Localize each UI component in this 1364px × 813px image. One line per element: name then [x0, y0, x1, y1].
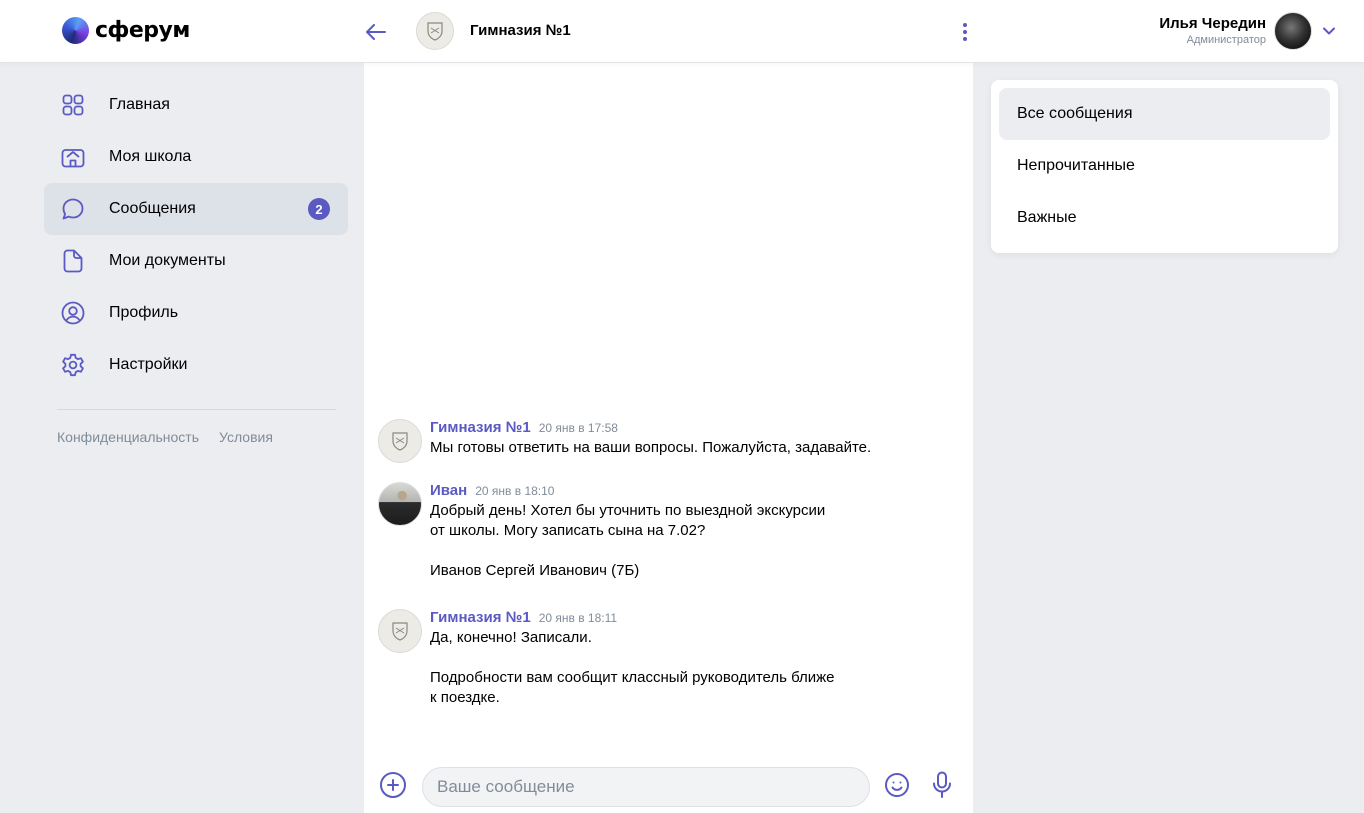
smile-icon — [885, 773, 909, 797]
school-crest-icon — [427, 22, 443, 41]
attach-button[interactable] — [380, 772, 406, 798]
message-time: 20 янв в 18:10 — [475, 484, 555, 498]
sidebar-item-home[interactable]: Главная — [44, 79, 348, 131]
message-composer — [364, 762, 973, 813]
sidebar: Главная Моя школа Сообщения 2 Мои докуме… — [8, 62, 364, 813]
grid-icon — [60, 92, 86, 118]
chat-bubble-icon — [60, 196, 86, 222]
privacy-link[interactable]: Конфиденциальность — [57, 429, 199, 445]
author-avatar[interactable] — [378, 419, 422, 463]
sidebar-item-settings[interactable]: Настройки — [44, 339, 348, 391]
sidebar-item-label: Моя школа — [109, 148, 192, 165]
terms-link[interactable]: Условия — [219, 429, 273, 445]
plus-icon — [387, 779, 399, 791]
message-author[interactable]: Иван — [430, 482, 467, 499]
sidebar-item-label: Главная — [109, 96, 170, 113]
author-avatar[interactable] — [378, 609, 422, 653]
emoji-button[interactable] — [884, 772, 910, 798]
chat-avatar[interactable] — [416, 12, 454, 50]
author-avatar[interactable] — [378, 482, 422, 526]
sidebar-item-label: Профиль — [109, 304, 179, 321]
school-crest-icon — [392, 622, 408, 641]
message-filter-panel: Все сообщения Непрочитанные Важные — [991, 80, 1338, 253]
sidebar-item-messages[interactable]: Сообщения 2 — [44, 183, 348, 235]
filter-unread[interactable]: Непрочитанные — [999, 140, 1330, 192]
document-icon — [60, 248, 86, 274]
user-info: Илья Чередин Администратор — [1159, 15, 1266, 47]
message-text: Добрый день! Хотел бы уточнить по выездн… — [430, 502, 826, 579]
school-icon — [60, 144, 86, 170]
back-button[interactable] — [364, 21, 388, 43]
user-menu[interactable]: Илья Чередин Администратор — [1159, 12, 1336, 50]
sidebar-item-my-school[interactable]: Моя школа — [44, 131, 348, 183]
sidebar-footer: Конфиденциальность Условия — [57, 429, 273, 445]
sidebar-item-label: Мои документы — [109, 252, 226, 269]
message-time: 20 янв в 18:11 — [538, 611, 618, 625]
filter-important[interactable]: Важные — [999, 192, 1330, 244]
message-input[interactable] — [422, 767, 870, 807]
sidebar-item-profile[interactable]: Профиль — [44, 287, 348, 339]
avatar[interactable] — [1274, 12, 1312, 50]
arrow-left-icon — [366, 24, 386, 40]
sidebar-item-label: Настройки — [109, 356, 188, 373]
message-time: 20 янв в 17:58 — [538, 421, 618, 435]
gear-icon — [60, 352, 86, 378]
profile-icon — [60, 300, 86, 326]
sidebar-item-documents[interactable]: Мои документы — [44, 235, 348, 287]
logo[interactable]: сферум — [62, 17, 190, 44]
message-author[interactable]: Гимназия №1 — [430, 609, 531, 626]
chat-title[interactable]: Гимназия №1 — [470, 22, 571, 39]
voice-message-button[interactable] — [931, 771, 953, 799]
more-options-button[interactable] — [955, 19, 975, 45]
user-name: Илья Чередин — [1159, 15, 1266, 32]
unread-count-badge: 2 — [308, 198, 330, 220]
sferum-logo-icon — [62, 17, 89, 44]
school-crest-icon — [392, 432, 408, 451]
message-text: Да, конечно! Записали. Подробности вам с… — [430, 629, 835, 706]
chat-panel: Гимназия №1 20 янв в 17:58 Мы готовы отв… — [364, 62, 973, 813]
logo-text: сферум — [95, 18, 190, 43]
chevron-down-icon[interactable] — [1322, 24, 1336, 38]
top-bar: сферум Гимназия №1 Илья Чередин Админист… — [0, 0, 1364, 62]
user-role: Администратор — [1186, 34, 1266, 46]
filter-all-messages[interactable]: Все сообщения — [999, 88, 1330, 140]
microphone-icon — [933, 771, 951, 798]
message-text: Мы готовы ответить на ваши вопросы. Пожа… — [430, 439, 872, 456]
sidebar-divider — [57, 409, 336, 410]
message-author[interactable]: Гимназия №1 — [430, 419, 531, 436]
sidebar-item-label: Сообщения — [109, 200, 196, 217]
